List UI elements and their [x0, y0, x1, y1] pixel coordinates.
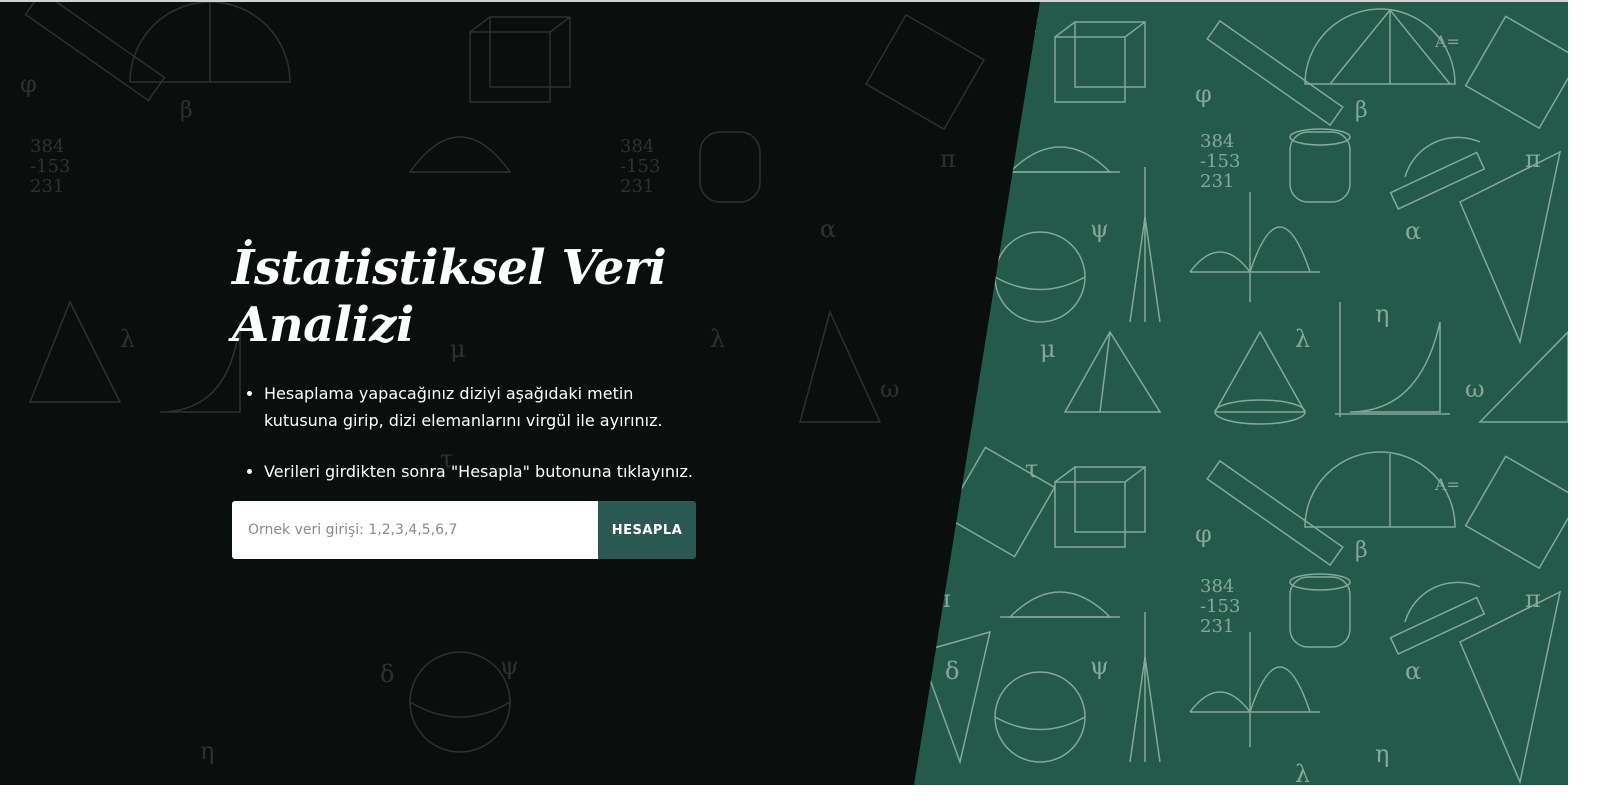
svg-text:λ: λ	[1295, 325, 1310, 353]
data-input[interactable]	[232, 501, 598, 559]
instruction-item: Hesaplama yapacağınız diziyi aşağıdaki m…	[264, 380, 702, 434]
svg-text:λ: λ	[120, 325, 135, 353]
svg-text:π: π	[1525, 585, 1541, 613]
svg-text:ψ: ψ	[1090, 215, 1109, 243]
svg-text:β: β	[1355, 538, 1368, 563]
top-border	[0, 0, 1600, 2]
page-title: İstatistiksel Veri Analizi	[232, 240, 667, 353]
svg-text:η: η	[1375, 300, 1389, 328]
svg-text:-153: -153	[30, 156, 70, 177]
svg-text:η: η	[200, 737, 214, 765]
svg-text:231: 231	[1200, 616, 1234, 637]
svg-text:A=: A=	[1434, 475, 1460, 494]
svg-text:384: 384	[620, 136, 654, 157]
svg-text:231: 231	[620, 176, 654, 197]
svg-text:A=: A=	[1434, 32, 1460, 51]
svg-text:384: 384	[1200, 576, 1234, 597]
calculate-button[interactable]: HESAPLA	[598, 501, 696, 559]
svg-text:ψ: ψ	[1090, 652, 1109, 680]
instruction-item: Verileri girdikten sonra "Hesapla" buton…	[264, 458, 702, 485]
svg-text:384: 384	[30, 136, 64, 157]
svg-text:π: π	[1525, 145, 1541, 173]
svg-text:ψ: ψ	[500, 652, 519, 680]
svg-text:π: π	[940, 145, 956, 173]
svg-text:δ: δ	[380, 660, 394, 688]
svg-text:ω: ω	[880, 375, 900, 403]
svg-text:-153: -153	[1200, 151, 1240, 172]
svg-text:μ: μ	[1040, 335, 1056, 363]
page-bottom-edge	[0, 785, 1568, 801]
data-entry-form: HESAPLA	[232, 501, 696, 559]
svg-text:α: α	[1405, 657, 1421, 685]
svg-text:φ: φ	[1195, 80, 1212, 108]
svg-text:-153: -153	[1200, 596, 1240, 617]
svg-text:-153: -153	[620, 156, 660, 177]
svg-text:231: 231	[30, 176, 64, 197]
svg-text:δ: δ	[945, 657, 959, 685]
svg-text:β: β	[180, 98, 193, 123]
svg-text:α: α	[1405, 217, 1421, 245]
svg-text:φ: φ	[1195, 520, 1212, 548]
svg-text:φ: φ	[20, 70, 37, 98]
svg-text:λ: λ	[1295, 760, 1310, 785]
instructions-list: Hesaplama yapacağınız diziyi aşağıdaki m…	[232, 380, 702, 485]
right-gutter	[1568, 0, 1600, 801]
page: φβ πα λμ λω τδ ψη 384 -153 231 384 -153 23…	[0, 0, 1600, 801]
svg-text:η: η	[1375, 740, 1389, 768]
svg-text:231: 231	[1200, 171, 1234, 192]
svg-text:β: β	[1355, 98, 1368, 123]
hero-section: İstatistiksel Veri Analizi Hesaplama yap…	[232, 240, 702, 485]
svg-text:λ: λ	[710, 325, 725, 353]
svg-text:τ: τ	[1025, 455, 1038, 483]
svg-text:384: 384	[1200, 131, 1234, 152]
svg-text:ω: ω	[1465, 375, 1485, 403]
svg-text:α: α	[820, 215, 836, 243]
